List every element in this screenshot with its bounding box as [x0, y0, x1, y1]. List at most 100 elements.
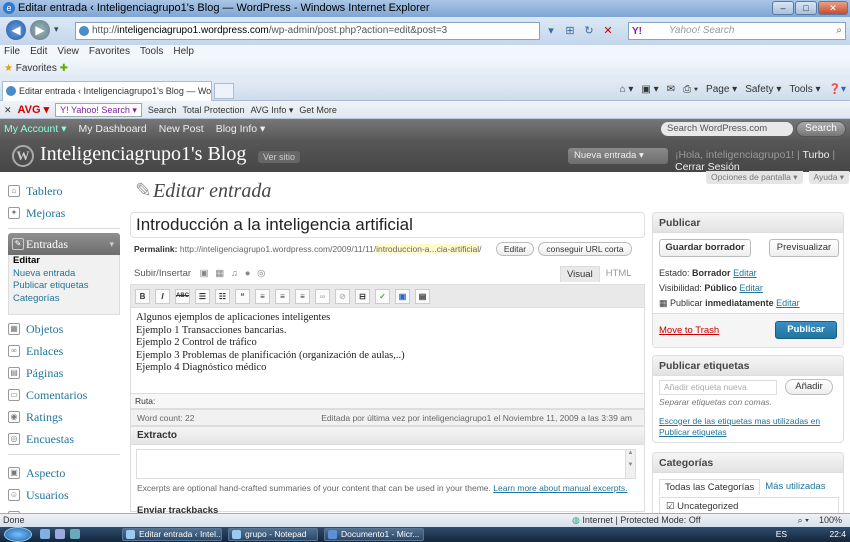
sidebar-item-aspecto[interactable]: ▣ Aspecto — [8, 462, 120, 484]
unlink-icon[interactable]: ⊘ — [335, 288, 350, 304]
close-toolbar-icon[interactable]: ✕ — [4, 101, 12, 119]
page-menu[interactable]: Page ▾ — [706, 82, 737, 98]
menu-view[interactable]: View — [57, 45, 79, 59]
safety-menu[interactable]: Safety ▾ — [745, 82, 781, 98]
post-content-editor[interactable]: Algunos ejemplos de aplicaciones intelig… — [130, 308, 645, 394]
collapse-arrow-icon[interactable]: ▾ — [109, 233, 114, 255]
bullet-list-icon[interactable]: ☰ — [195, 288, 210, 304]
add-poll-icon[interactable]: ● — [245, 268, 251, 279]
tools-menu[interactable]: Tools ▾ — [789, 82, 820, 98]
tags-box-title[interactable]: Publicar etiquetas — [653, 356, 843, 376]
submenu-publicar-etiquetas[interactable]: Publicar etiquetas — [9, 280, 119, 293]
new-tab-button[interactable] — [214, 83, 234, 99]
kitchen-sink-icon[interactable]: ▤ — [415, 288, 430, 304]
strikethrough-icon[interactable]: ABC — [175, 288, 190, 304]
align-left-icon[interactable]: ≡ — [255, 288, 270, 304]
sidebar-item-enlaces[interactable]: ∞ Enlaces — [8, 340, 120, 362]
excerpt-title[interactable]: Extracto — [131, 427, 644, 445]
blockquote-icon[interactable]: “ — [235, 288, 250, 304]
add-tag-button[interactable]: Añadir — [785, 379, 833, 395]
favorites-button[interactable]: Favorites — [16, 63, 57, 74]
favorites-star-icon[interactable]: ★ — [4, 63, 13, 74]
blog-name[interactable]: Inteligenciagrupo1's Blog — [40, 143, 246, 166]
new-post-link[interactable]: New Post — [159, 119, 204, 139]
new-entry-button[interactable]: Nueva entrada ▾ — [568, 148, 668, 164]
minimize-button[interactable]: – — [772, 1, 794, 15]
new-tag-input[interactable]: Añadir etiqueta nueva — [659, 380, 777, 395]
edit-visibility-link[interactable]: Editar — [739, 283, 763, 293]
more-tag-icon[interactable]: ⊟ — [355, 288, 370, 304]
add-image-icon[interactable]: ▣ — [200, 268, 209, 279]
excerpt-textarea[interactable]: ▲ ▼ — [136, 449, 636, 479]
search-input[interactable]: Y! Yahoo! Search ⌕ — [628, 22, 846, 40]
wp-search-input[interactable]: Search WordPress.com Blogs — [661, 122, 793, 148]
align-right-icon[interactable]: ≡ — [295, 288, 310, 304]
learn-excerpts-link[interactable]: Learn more about manual excerpts. — [493, 483, 627, 493]
sidebar-item-mejoras[interactable]: ✦ Mejoras — [8, 202, 120, 224]
history-dropdown-icon[interactable]: ▾ — [54, 24, 59, 35]
link-icon[interactable]: ∞ — [315, 288, 330, 304]
bold-icon[interactable]: B — [135, 288, 150, 304]
quicklaunch-ie-icon[interactable] — [40, 529, 50, 539]
edit-status-link[interactable]: Editar — [733, 268, 757, 278]
help-icon[interactable]: ❓▾ — [829, 82, 846, 98]
post-title-input[interactable]: Introducción a la inteligencia artificia… — [130, 212, 645, 238]
avg-search-button[interactable]: Search — [148, 101, 177, 119]
avg-logo[interactable]: AVG ▾ — [18, 101, 50, 119]
move-to-trash-link[interactable]: Move to Trash — [659, 325, 719, 336]
clock[interactable]: 22:4 — [829, 529, 846, 539]
categories-box-title[interactable]: Categorías — [653, 453, 843, 473]
edit-schedule-link[interactable]: Editar — [776, 298, 800, 308]
search-icon[interactable]: ⌕ — [836, 23, 842, 39]
edit-permalink-button[interactable]: Editar — [496, 242, 534, 256]
help-button[interactable]: Ayuda ▾ — [808, 171, 850, 184]
category-checkbox[interactable]: ☑ — [666, 501, 675, 512]
total-protection-button[interactable]: Total Protection — [182, 101, 244, 119]
add-favorite-icon[interactable]: ✚ — [60, 63, 68, 74]
get-more-button[interactable]: Get More — [299, 101, 337, 119]
sidebar-item-paginas[interactable]: ▤ Páginas — [8, 362, 120, 384]
permalink-slug[interactable]: introduccion-a...cia-artificial — [376, 244, 480, 254]
start-button[interactable] — [4, 527, 32, 542]
add-media-icon[interactable]: ◎ — [257, 268, 265, 279]
tab-all-categories[interactable]: Todas las Categorías — [659, 479, 761, 495]
address-input[interactable]: http://inteligenciagrupo1.wordpress.com/… — [75, 22, 540, 40]
short-url-button[interactable]: conseguir URL corta — [538, 242, 632, 256]
align-center-icon[interactable]: ≡ — [275, 288, 290, 304]
sidebar-item-entradas[interactable]: ✎ Entradas ▾ — [8, 233, 120, 255]
sidebar-item-objetos[interactable]: ▦ Objetos — [8, 318, 120, 340]
preview-button[interactable]: Previsualizar — [769, 239, 839, 257]
add-video-icon[interactable]: ▦ — [215, 268, 224, 279]
avg-info-button[interactable]: AVG Info ▾ — [250, 101, 293, 119]
italic-icon[interactable]: I — [155, 288, 170, 304]
language-indicator[interactable]: ES — [776, 529, 787, 539]
visit-site-button[interactable]: Ver sitio — [258, 151, 301, 163]
menu-file[interactable]: File — [4, 45, 20, 59]
tab-popular-categories[interactable]: Más utilizadas — [760, 479, 830, 495]
quicklaunch-explorer-icon[interactable] — [70, 529, 80, 539]
tab-html[interactable]: HTML — [600, 266, 638, 282]
menu-edit[interactable]: Edit — [30, 45, 47, 59]
zoom-level[interactable]: 100% — [819, 514, 842, 527]
submenu-editar[interactable]: Editar — [9, 255, 119, 268]
spellcheck-icon[interactable]: ✓ — [375, 288, 390, 304]
menu-help[interactable]: Help — [173, 45, 194, 59]
taskbar-item-browser[interactable]: Editar entrada ‹ Intel... — [122, 528, 222, 541]
maximize-button[interactable]: □ — [795, 1, 817, 15]
quicklaunch-desktop-icon[interactable] — [55, 529, 65, 539]
menu-tools[interactable]: Tools — [140, 45, 163, 59]
screen-options-button[interactable]: Opciones de pantalla ▾ — [706, 171, 803, 184]
fullscreen-icon[interactable]: ▣ — [395, 288, 410, 304]
sidebar-item-usuarios[interactable]: ☺ Usuarios — [8, 484, 120, 506]
my-dashboard-link[interactable]: My Dashboard — [78, 119, 146, 139]
taskbar-item-word[interactable]: Documento1 - Micr... — [324, 528, 424, 541]
turbo-link[interactable]: Turbo — [802, 149, 829, 161]
save-draft-button[interactable]: Guardar borrador — [659, 239, 751, 257]
tab-visual[interactable]: Visual — [560, 266, 600, 282]
menu-favorites[interactable]: Favorites — [89, 45, 130, 59]
avg-search-box[interactable]: Y! Yahoo! Search ▾ — [55, 102, 142, 117]
read-mail-icon[interactable]: ✉ — [667, 82, 675, 98]
sidebar-item-tablero[interactable]: ⌂ Tablero — [8, 180, 120, 202]
blog-info-menu[interactable]: Blog Info ▾ — [216, 119, 266, 139]
numbered-list-icon[interactable]: ☷ — [215, 288, 230, 304]
